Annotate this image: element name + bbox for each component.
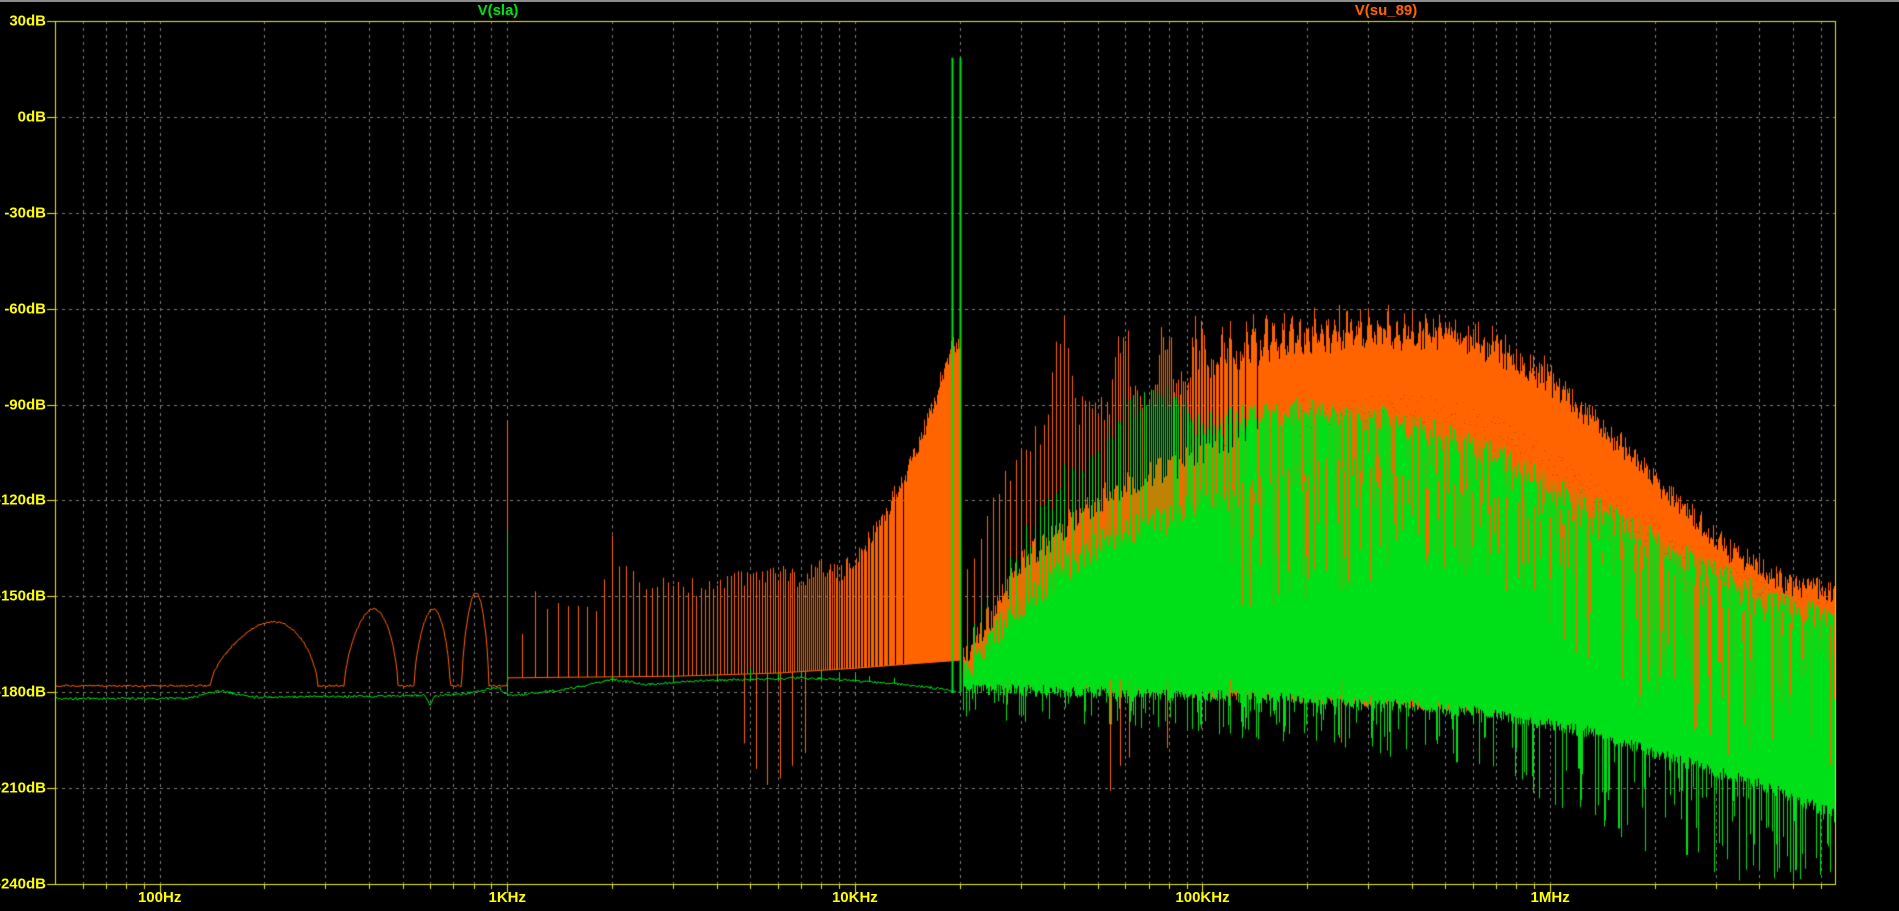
x-axis-label: 1KHz bbox=[488, 889, 527, 906]
x-axis-label: 100KHz bbox=[1175, 889, 1230, 906]
y-axis-label: -60dB bbox=[4, 300, 46, 318]
x-axis-label: 10KHz bbox=[831, 889, 878, 906]
x-axis-label: 1MHz bbox=[1530, 889, 1570, 906]
fft-plot-canvas[interactable] bbox=[0, 0, 1899, 911]
y-axis-label: -180dB bbox=[0, 683, 46, 701]
y-axis-label: -210dB bbox=[0, 779, 46, 797]
x-axis-label: 100Hz bbox=[137, 889, 182, 906]
y-axis-label: -240dB bbox=[0, 875, 46, 893]
legend-trace-vsla[interactable]: V(sla) bbox=[478, 2, 519, 19]
y-axis-label: 0dB bbox=[17, 108, 46, 126]
plot-pane: V(sla) V(su_89) 30dB 0dB -30dB -60dB -90dB -1… bbox=[0, 0, 1899, 911]
y-axis-label: -90dB bbox=[4, 396, 46, 414]
window-top-edge bbox=[0, 0, 1899, 2]
y-axis-label: -30dB bbox=[4, 204, 46, 222]
y-axis-label: -120dB bbox=[0, 491, 46, 509]
y-axis-label: -150dB bbox=[0, 587, 46, 605]
y-axis-label: 30dB bbox=[9, 12, 46, 30]
legend-trace-vsu89[interactable]: V(su_89) bbox=[1355, 2, 1418, 19]
